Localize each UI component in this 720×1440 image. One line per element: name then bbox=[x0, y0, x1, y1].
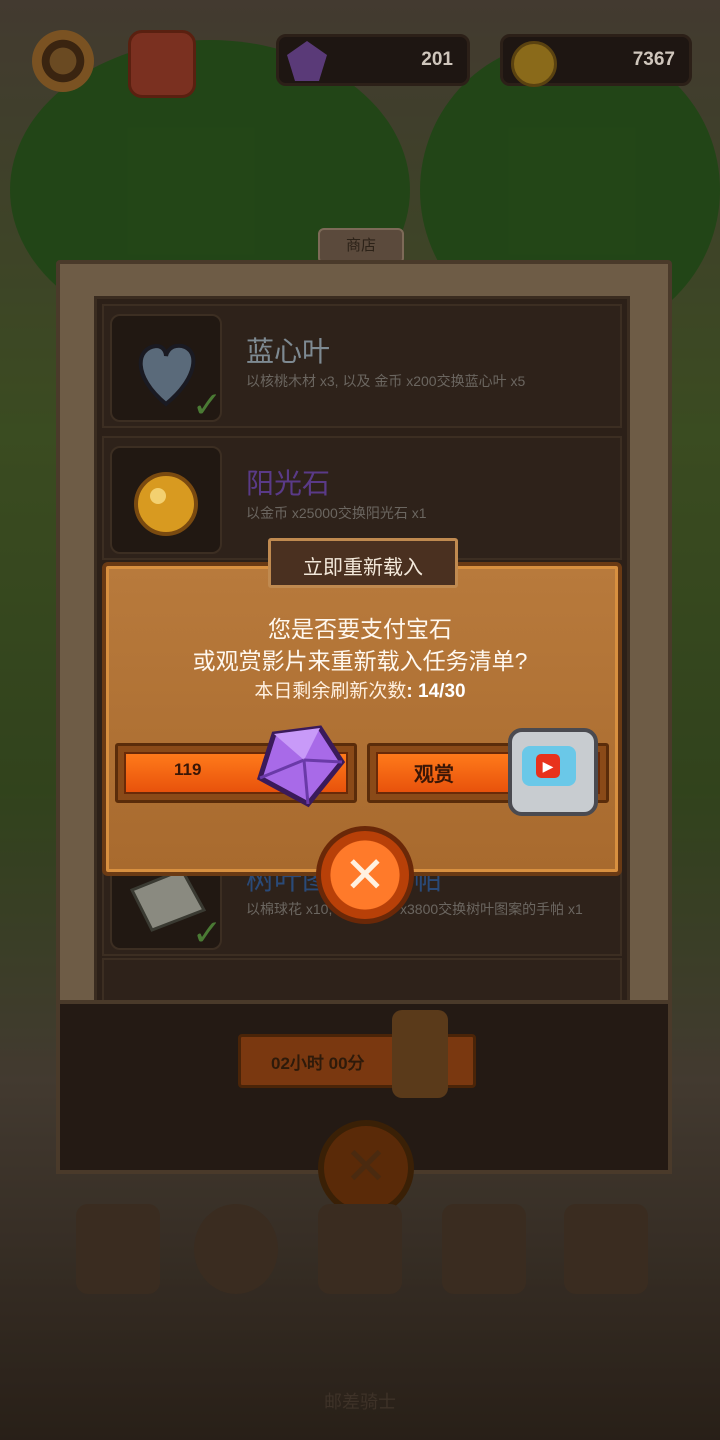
item-desc: 以棉球花 x10, 以及 金币 x3800交换树叶图案的手帕 x1 bbox=[246, 901, 583, 917]
refresh-count-value: : 14/30 bbox=[406, 681, 466, 702]
sunlight-stone-icon bbox=[134, 472, 198, 536]
purple-gem-icon bbox=[256, 725, 346, 808]
dialog-question-line2: 或观赏影片来重新载入任务清单? bbox=[192, 648, 528, 674]
play-icon: ▶ bbox=[536, 754, 560, 778]
nav-book-icon[interactable] bbox=[76, 1204, 160, 1294]
tv-video-icon: ▶ bbox=[508, 728, 598, 816]
shop-item-partial[interactable] bbox=[102, 958, 622, 1006]
nav-map-icon[interactable] bbox=[442, 1204, 526, 1294]
item-thumbnail: ✓ bbox=[110, 314, 222, 425]
game-title-label: 邮差骑士 bbox=[324, 1392, 396, 1412]
nav-star-coin-icon[interactable] bbox=[194, 1204, 278, 1294]
coin-icon bbox=[511, 41, 557, 87]
gem-cost: 119 bbox=[174, 760, 202, 779]
watch-label: 观赏 bbox=[414, 764, 454, 786]
owned-check-icon: ✓ bbox=[192, 384, 223, 425]
refresh-count: 本日剩余刷新次数: 14/30 bbox=[102, 676, 618, 703]
settings-gear-icon[interactable] bbox=[32, 30, 94, 92]
dialog-title-box: 立即重新载入 bbox=[268, 538, 458, 588]
gem-counter: 201 bbox=[276, 34, 470, 86]
dialog-title: 立即重新载入 bbox=[303, 557, 423, 579]
nav-cards-icon[interactable] bbox=[318, 1204, 402, 1294]
shop-tab: 商店 bbox=[318, 228, 404, 264]
gem-icon bbox=[287, 41, 327, 81]
item-thumbnail bbox=[110, 446, 222, 554]
hourglass-icon bbox=[392, 1010, 448, 1098]
coin-count: 7367 bbox=[632, 49, 675, 70]
item-desc: 以金币 x25000交换阳光石 x1 bbox=[246, 505, 427, 521]
owned-check-icon: ✓ bbox=[192, 912, 223, 953]
item-name: 蓝心叶 bbox=[246, 336, 331, 367]
nav-bag-icon[interactable] bbox=[564, 1204, 648, 1294]
dialog-question-line1: 您是否要支付宝石 bbox=[268, 616, 452, 642]
tv-screen: ▶ bbox=[522, 746, 576, 786]
gift-icon[interactable] bbox=[128, 30, 196, 98]
close-dialog-button[interactable]: ✕ bbox=[316, 826, 414, 924]
shop-item-blue-heart-leaf[interactable]: ✓ 蓝心叶 以核桃木材 x3, 以及 金币 x200交换蓝心叶 x5 bbox=[102, 304, 622, 428]
refresh-count-label: 本日剩余刷新次数 bbox=[254, 681, 407, 702]
timer-text: 02小时 00分 bbox=[271, 1054, 365, 1073]
item-name: 阳光石 bbox=[246, 468, 331, 499]
close-icon: ✕ bbox=[344, 847, 386, 903]
gem-count: 201 bbox=[421, 49, 453, 70]
coin-counter: 7367 bbox=[500, 34, 692, 87]
item-desc: 以核桃木材 x3, 以及 金币 x200交换蓝心叶 x5 bbox=[246, 373, 526, 389]
close-shop-button[interactable]: ✕ bbox=[318, 1120, 414, 1216]
